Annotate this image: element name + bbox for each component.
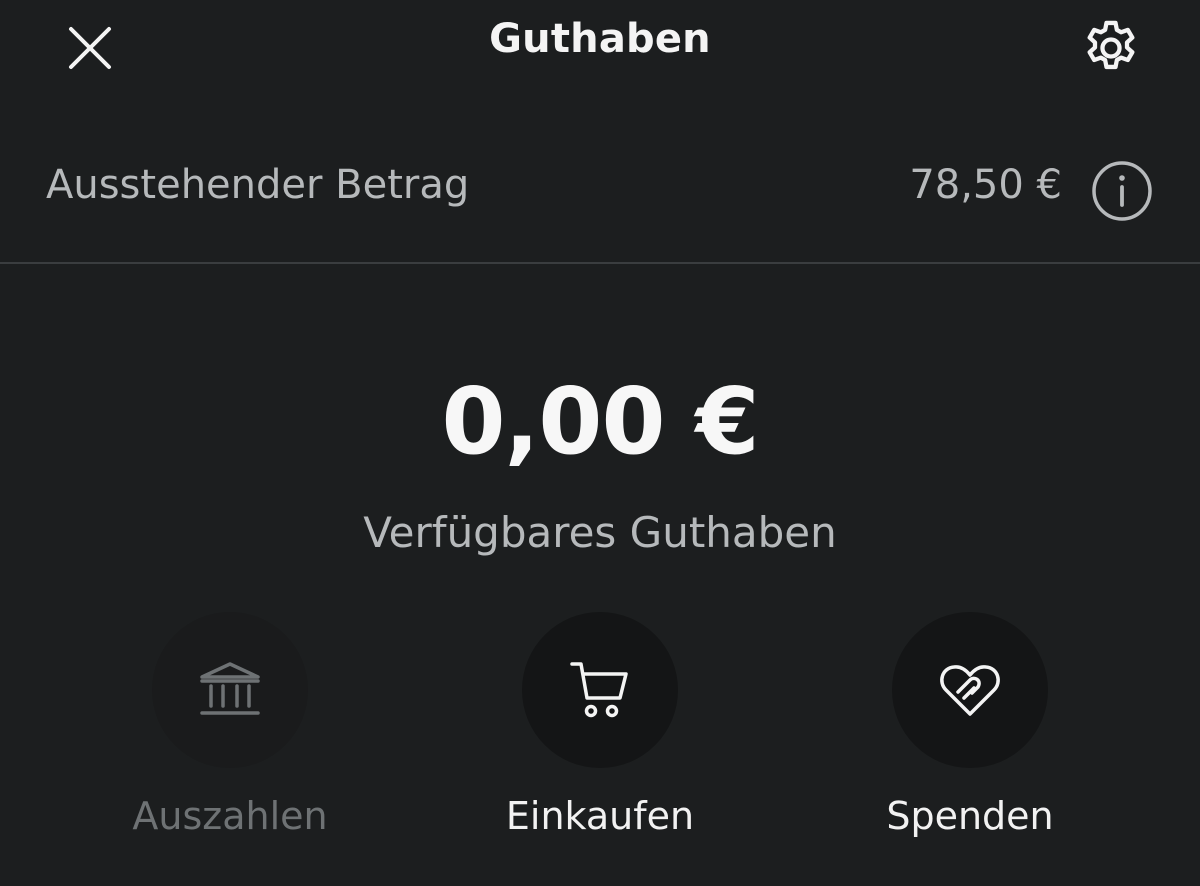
bank-icon <box>200 662 260 715</box>
credit-screen: Guthaben Ausstehender Betrag 78,50 € 0,0… <box>0 0 1200 886</box>
info-icon <box>1092 161 1152 221</box>
available-balance-amount: 0,00 € <box>441 368 759 475</box>
shop-action-label: Einkaufen <box>505 794 695 838</box>
payout-action-label: Auszahlen <box>132 794 328 838</box>
settings-button[interactable] <box>1075 16 1147 80</box>
close-icon <box>69 26 111 69</box>
outstanding-label: Ausstehender Betrag <box>46 162 470 208</box>
donate-action[interactable]: Spenden <box>850 612 1090 852</box>
shop-action[interactable]: Einkaufen <box>480 612 720 852</box>
payout-action-circle[interactable] <box>152 612 308 768</box>
outstanding-amount-row: Ausstehender Betrag 78,50 € <box>0 140 1200 235</box>
info-button[interactable] <box>1086 158 1158 224</box>
page-title: Guthaben <box>489 16 711 62</box>
divider <box>0 262 1200 264</box>
payout-action[interactable]: Auszahlen <box>110 612 350 852</box>
cart-icon <box>570 662 628 718</box>
donate-action-label: Spenden <box>886 794 1054 838</box>
outstanding-amount: 78,50 € <box>909 162 1062 208</box>
heart-icon <box>940 665 1000 716</box>
donate-action-circle[interactable] <box>892 612 1048 768</box>
header: Guthaben <box>0 0 1200 90</box>
close-button[interactable] <box>60 20 120 75</box>
shop-action-circle[interactable] <box>522 612 678 768</box>
available-balance-label: Verfügbares Guthaben <box>363 508 837 557</box>
gear-icon <box>1087 20 1135 70</box>
